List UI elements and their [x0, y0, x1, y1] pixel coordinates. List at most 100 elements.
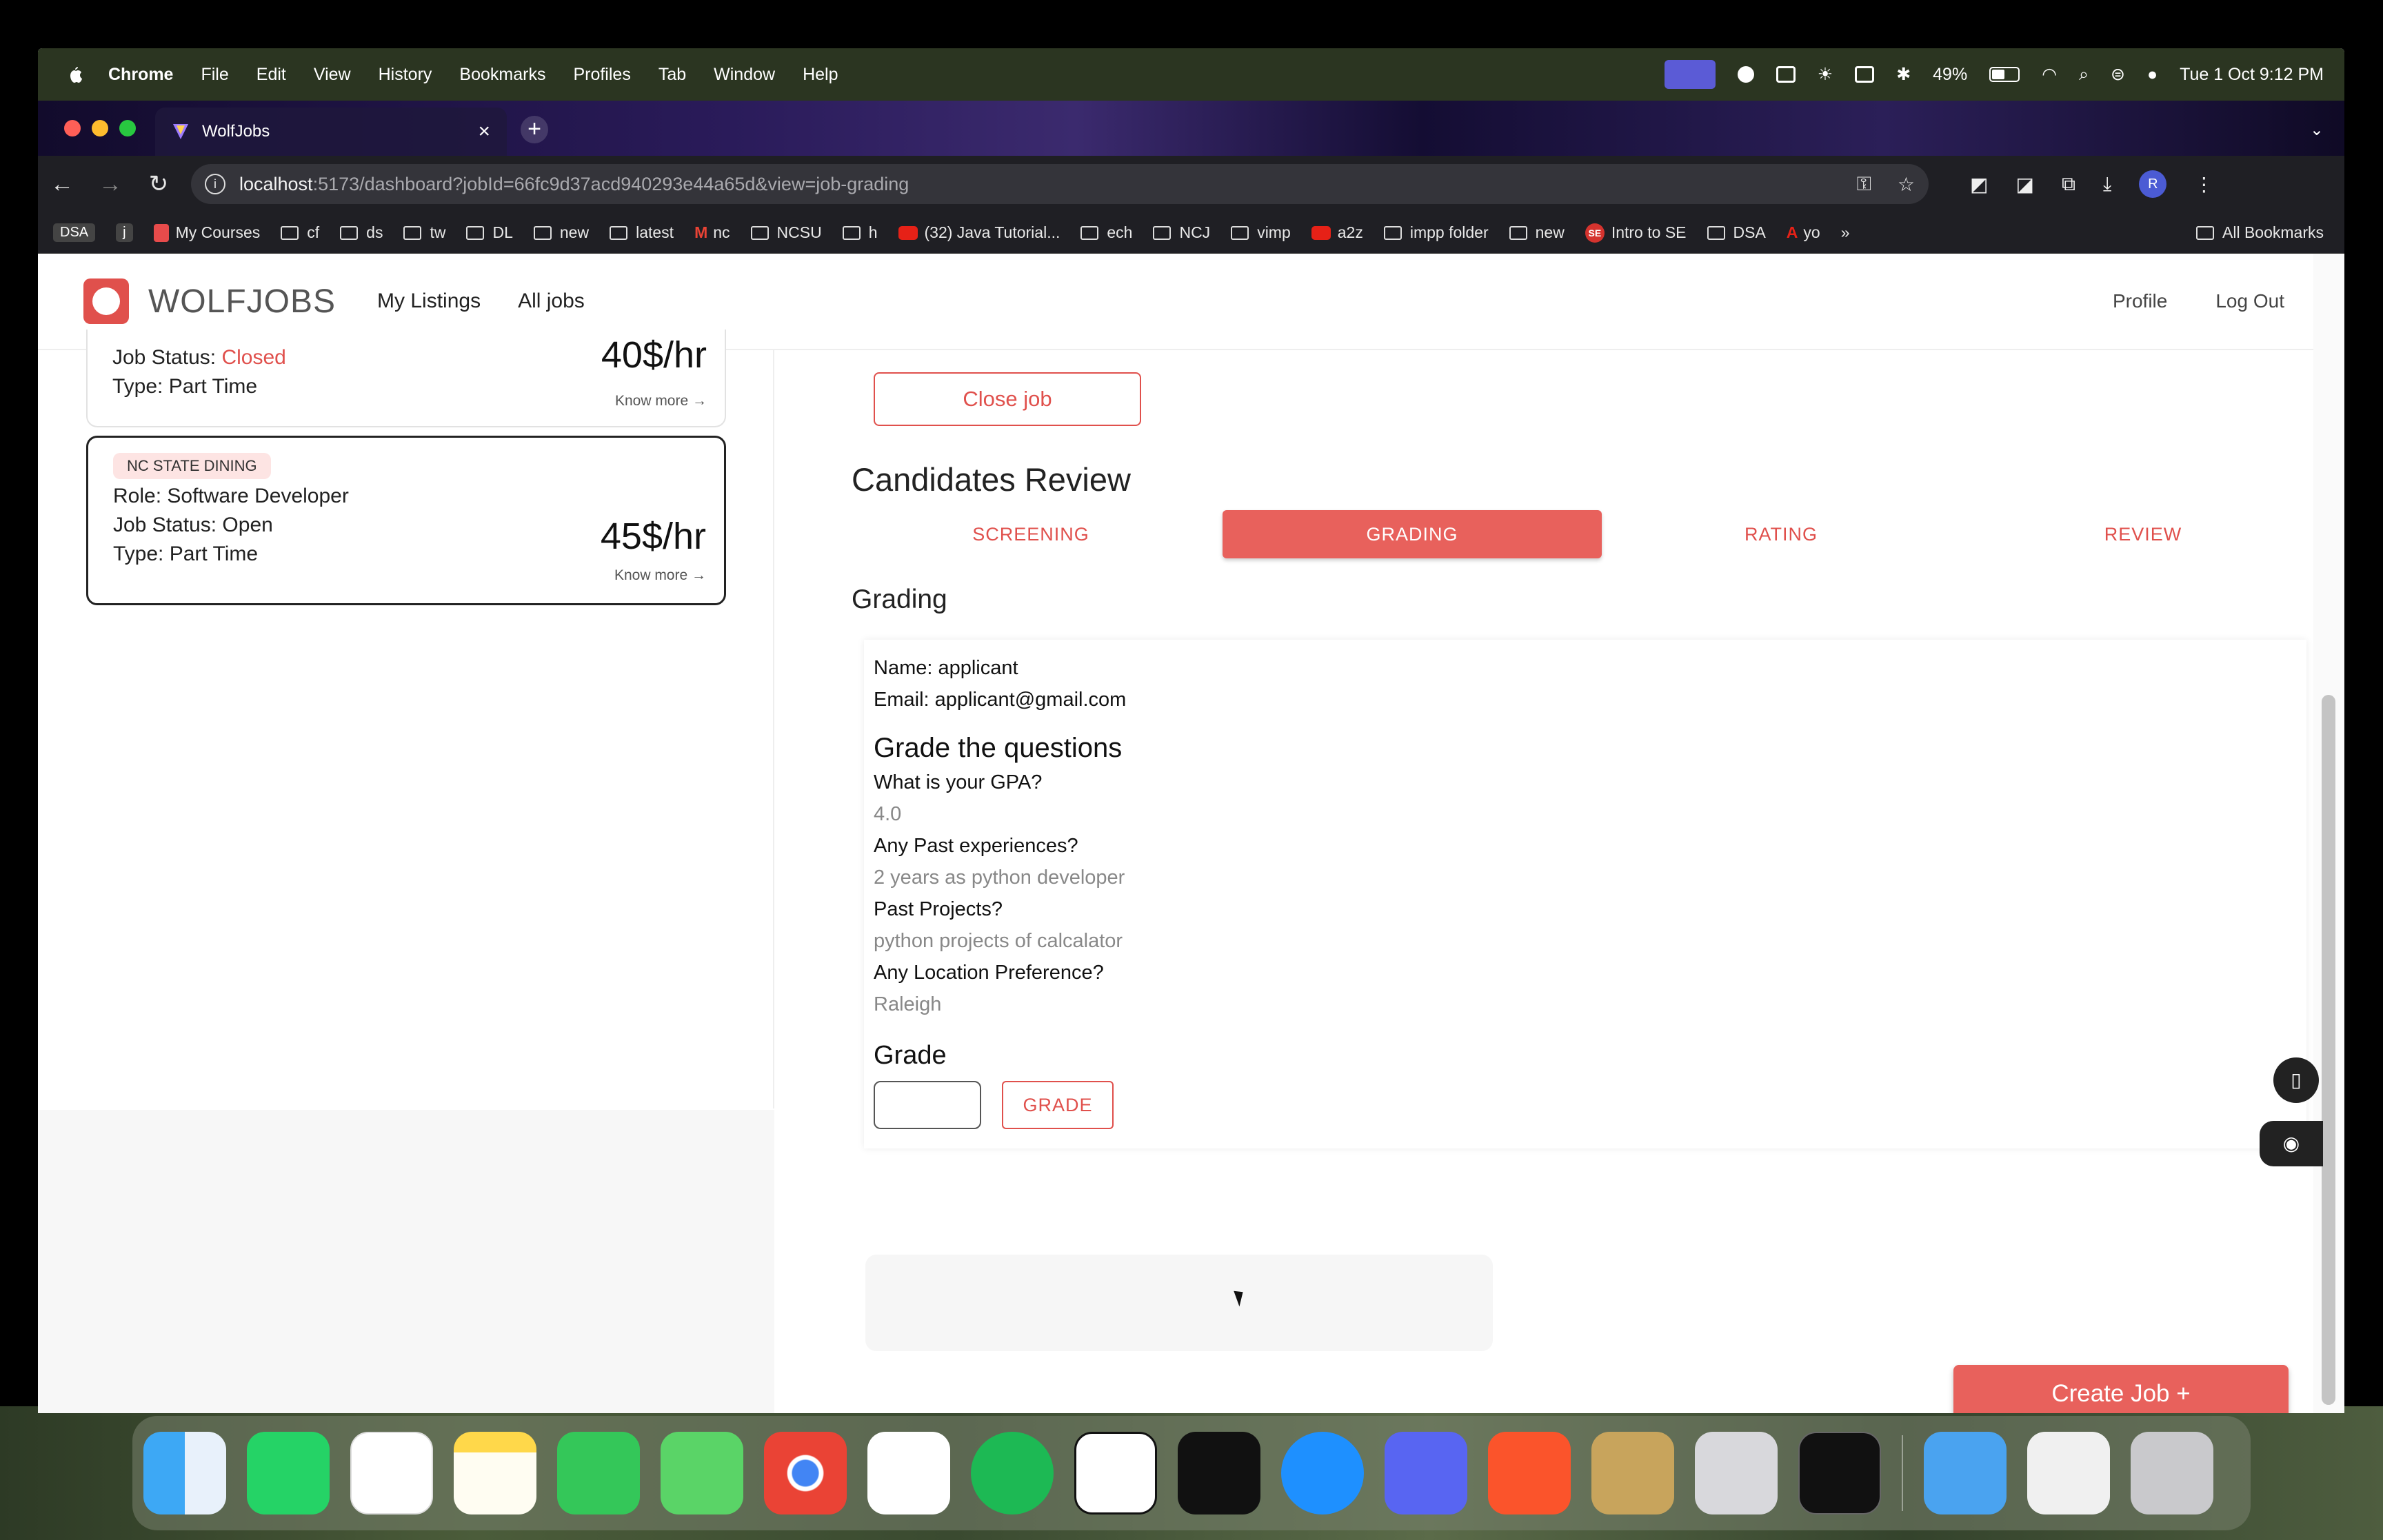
iphone-mirroring-app-icon[interactable] — [1695, 1432, 1778, 1514]
archive-utility-app-icon[interactable] — [1591, 1432, 1674, 1514]
bookmark-folder-dsa[interactable]: DSA — [1707, 223, 1766, 242]
reload-icon[interactable]: ↻ — [134, 170, 183, 198]
download-icon[interactable]: ⤓ — [2103, 173, 2111, 196]
brand-name[interactable]: WOLFJOBS — [148, 283, 336, 321]
tab-grading[interactable]: GRADING — [1223, 510, 1602, 558]
back-arrow-icon[interactable]: ← — [38, 171, 86, 198]
forward-arrow-icon[interactable]: → — [86, 171, 134, 198]
create-job-button[interactable]: Create Job + — [1953, 1365, 2289, 1413]
reader-mode-book-icon[interactable]: ▯ — [2273, 1057, 2319, 1103]
bookmark-my-courses[interactable]: My Courses — [153, 223, 260, 242]
bookmark-folder-ds[interactable]: ds — [340, 223, 383, 242]
menu-tab[interactable]: Tab — [658, 65, 686, 85]
menu-window[interactable]: Window — [714, 65, 775, 85]
bookmark-folder-impp[interactable]: impp folder — [1383, 223, 1489, 242]
grade-button[interactable]: GRADE — [1002, 1081, 1114, 1129]
menu-edit[interactable]: Edit — [257, 65, 286, 85]
bookmark-yo[interactable]: Ayo — [1787, 223, 1820, 242]
apple-icon[interactable] — [64, 64, 85, 85]
brightness-icon[interactable]: ☀ — [1818, 64, 1833, 85]
bookmark-j-badge[interactable]: j — [116, 223, 133, 242]
bookmarks-overflow-button[interactable]: » — [1841, 223, 1850, 242]
all-bookmarks-button[interactable]: All Bookmarks — [2196, 223, 2324, 242]
window-close-button[interactable] — [64, 120, 81, 136]
menu-file[interactable]: File — [201, 65, 228, 85]
messages-app-icon[interactable] — [661, 1432, 743, 1514]
notion-app-icon[interactable] — [1074, 1432, 1157, 1514]
bookmark-star-icon[interactable]: ☆ — [1898, 173, 1915, 196]
nav-profile[interactable]: Profile — [2113, 290, 2167, 312]
nav-log-out[interactable]: Log Out — [2215, 290, 2284, 312]
side-panel-extension-icon[interactable]: ◉ — [2260, 1121, 2323, 1166]
bookmark-folder-ncsu[interactable]: NCSU — [750, 223, 822, 242]
tab-search-chevron-icon[interactable]: ⌄ — [2310, 120, 2324, 140]
extension-icon-2[interactable]: ◪ — [2015, 173, 2033, 196]
menu-bookmarks[interactable]: Bookmarks — [459, 65, 545, 85]
safari-app-icon[interactable] — [1281, 1432, 1364, 1514]
tab-rating[interactable]: RATING — [1602, 510, 1960, 558]
know-more-link[interactable]: Know more → — [615, 393, 707, 409]
close-job-button[interactable]: Close job — [874, 372, 1141, 426]
bookmark-folder-h[interactable]: h — [842, 223, 878, 242]
profile-avatar[interactable]: R — [2139, 170, 2167, 198]
browser-tab-wolfjobs[interactable]: WolfJobs × — [155, 108, 507, 156]
bookmark-a2z[interactable]: a2z — [1311, 223, 1363, 242]
bookmark-folder-cf[interactable]: cf — [281, 223, 319, 242]
new-tab-button[interactable]: + — [521, 116, 548, 143]
display-icon[interactable] — [1855, 66, 1875, 83]
site-info-icon[interactable]: i — [205, 174, 225, 194]
bookmark-folder-new-2[interactable]: new — [1509, 223, 1565, 242]
job-card-closed[interactable]: Job Status: Closed Type: Part Time 40$/h… — [86, 330, 726, 427]
trash-icon[interactable] — [2131, 1432, 2213, 1514]
page-scrollbar[interactable] — [2313, 254, 2344, 1413]
job-card-selected[interactable]: NC STATE DINING Role: Software Developer… — [86, 436, 726, 605]
bookmark-intro-to-se[interactable]: SE Intro to SE — [1585, 223, 1687, 243]
wifi-icon[interactable]: ◠ — [2042, 64, 2057, 85]
bookmark-folder-ncj[interactable]: NCJ — [1153, 223, 1210, 242]
apple-tv-app-icon[interactable] — [1178, 1432, 1260, 1514]
menu-profiles[interactable]: Profiles — [573, 65, 630, 85]
discord-app-icon[interactable] — [1385, 1432, 1467, 1514]
bookmark-folder-tw[interactable]: tw — [403, 223, 445, 242]
menu-help[interactable]: Help — [803, 65, 838, 85]
bookmark-folder-vimp[interactable]: vimp — [1231, 223, 1291, 242]
control-center-icon[interactable]: ⊜ — [2111, 64, 2125, 85]
menu-app-name[interactable]: Chrome — [108, 65, 173, 85]
terminal-app-icon[interactable] — [1798, 1432, 1881, 1514]
password-key-icon[interactable]: ⚿ — [1857, 173, 1871, 196]
know-more-link[interactable]: Know more → — [614, 567, 706, 584]
menu-view[interactable]: View — [314, 65, 351, 85]
record-icon[interactable] — [1737, 66, 1754, 83]
keyboard-icon[interactable] — [1776, 66, 1796, 83]
window-minimize-button[interactable] — [92, 120, 108, 136]
tab-screening[interactable]: SCREENING — [852, 510, 1210, 558]
menubar-clock[interactable]: Tue 1 Oct 9:12 PM — [2180, 65, 2324, 85]
bookmark-folder-latest[interactable]: latest — [610, 223, 674, 242]
chrome-app-icon[interactable] — [764, 1432, 847, 1514]
downloads-folder-icon[interactable] — [1924, 1432, 2007, 1514]
address-bar[interactable]: i localhost :5173/dashboard?jobId=66fc9d… — [191, 164, 1929, 204]
screen-share-icon[interactable] — [1664, 60, 1716, 89]
brave-app-icon[interactable] — [1488, 1432, 1571, 1514]
nav-all-jobs[interactable]: All jobs — [518, 290, 585, 313]
siri-icon[interactable]: ● — [2147, 65, 2158, 85]
bluetooth-icon[interactable]: ✱ — [1896, 64, 1911, 85]
pdf-document-icon[interactable] — [2027, 1432, 2110, 1514]
bookmark-dsa-badge[interactable]: DSA — [53, 223, 96, 242]
menu-history[interactable]: History — [379, 65, 432, 85]
spotify-app-icon[interactable] — [971, 1432, 1054, 1514]
bookmark-folder-ech[interactable]: ech — [1080, 223, 1132, 242]
finder-app-icon[interactable] — [143, 1432, 226, 1514]
notes-app-icon[interactable] — [454, 1432, 536, 1514]
spotlight-search-icon[interactable]: ⌕ — [2079, 65, 2089, 85]
tab-close-icon[interactable]: × — [478, 120, 490, 143]
vscode-app-icon[interactable] — [350, 1432, 433, 1514]
chrome-menu-icon[interactable]: ⋮ — [2194, 173, 2213, 196]
extension-icon-1[interactable]: ◩ — [1970, 173, 1988, 196]
bookmark-folder-new[interactable]: new — [533, 223, 589, 242]
nav-my-listings[interactable]: My Listings — [377, 290, 481, 313]
whatsapp-app-icon[interactable] — [247, 1432, 330, 1514]
scrollbar-thumb[interactable] — [2322, 695, 2335, 1405]
extensions-puzzle-icon[interactable]: ⧉ — [2062, 173, 2075, 196]
tab-review[interactable]: REVIEW — [1960, 510, 2326, 558]
